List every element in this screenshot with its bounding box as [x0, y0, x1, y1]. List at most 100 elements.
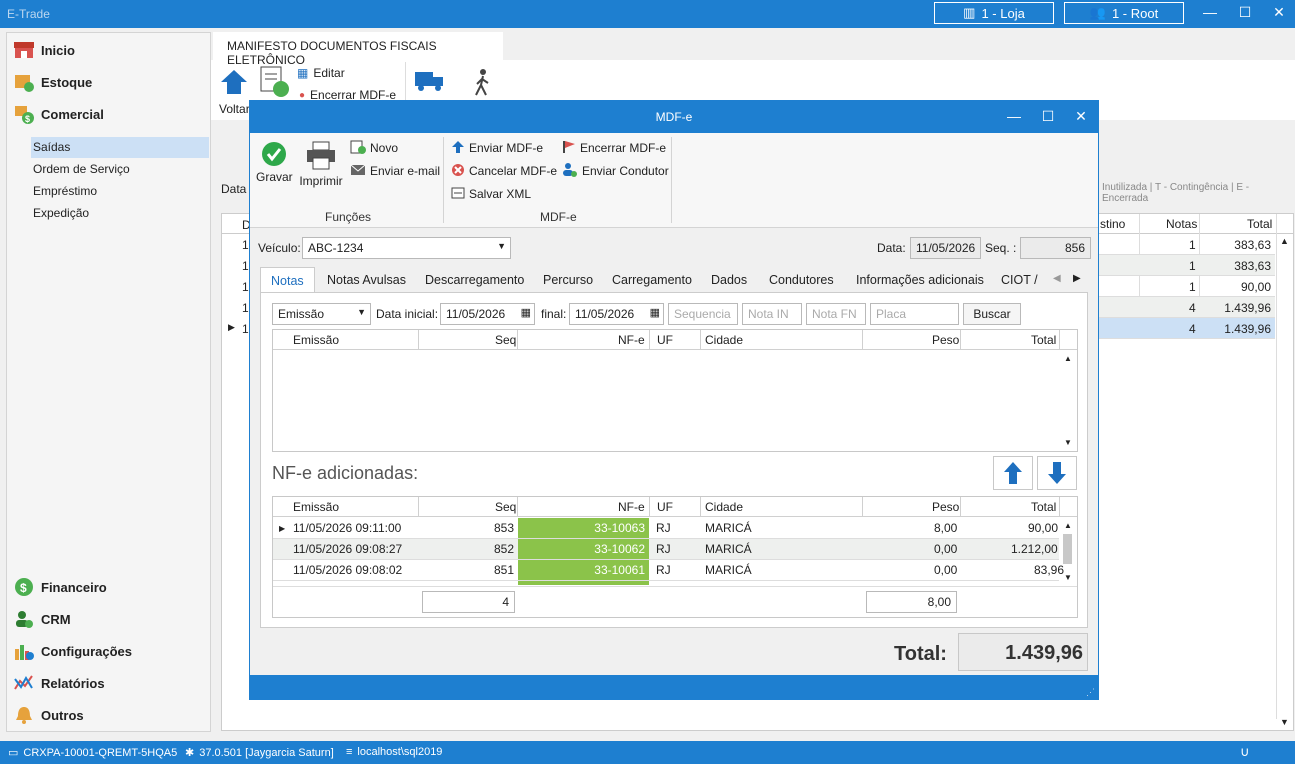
- move-down-button[interactable]: [1037, 456, 1077, 490]
- tab-carregamento[interactable]: Carregamento: [602, 267, 702, 293]
- col-peso[interactable]: Peso: [932, 330, 959, 350]
- calendar-icon[interactable]: ▦: [521, 306, 531, 319]
- tab-scroll-left-icon[interactable]: ◀: [1053, 273, 1061, 284]
- dialog-maximize-icon[interactable]: ☐: [1039, 108, 1057, 125]
- imprimir-button[interactable]: Imprimir: [298, 141, 344, 188]
- table-row[interactable]: 1 383,63: [1099, 234, 1275, 255]
- scroll-down-icon[interactable]: ▼: [1064, 438, 1072, 447]
- scroll-up-icon[interactable]: ▲: [1280, 236, 1289, 246]
- encerrar-button[interactable]: ● Encerrar MDF-e: [299, 90, 396, 100]
- sequencia-input[interactable]: Sequencia: [668, 303, 738, 325]
- sidebar-item-configuracoes[interactable]: Configurações: [13, 639, 132, 663]
- col-nfe[interactable]: NF-e: [618, 330, 645, 350]
- tab-condutores[interactable]: Condutores: [759, 267, 844, 293]
- walking-person-icon[interactable]: [472, 68, 494, 101]
- col-seq[interactable]: Seq: [495, 497, 516, 517]
- data-final-field[interactable]: 11/05/2026 ▦: [569, 303, 664, 325]
- store-button[interactable]: ▥ 1 - Loja: [934, 2, 1054, 24]
- table-row[interactable]: ▶ 11/05/2026 09:11:00 853 33-10063 RJ MA…: [273, 518, 1059, 539]
- sidebar-item-ordem-servico[interactable]: Ordem de Serviço: [31, 159, 209, 180]
- tab-ciot[interactable]: CIOT / V: [991, 267, 1053, 293]
- tab-notas[interactable]: Notas: [260, 267, 315, 293]
- calendar-icon[interactable]: ▦: [650, 306, 660, 319]
- sidebar-item-saidas[interactable]: Saídas: [31, 137, 209, 158]
- sidebar-item-inicio[interactable]: Inicio: [13, 38, 75, 62]
- table-row[interactable]: 11/05/2026 09:08:27 852 33-10062 RJ MARI…: [273, 539, 1059, 560]
- placa-input[interactable]: Placa: [870, 303, 959, 325]
- scrollbar-thumb[interactable]: [1063, 534, 1072, 564]
- col-total[interactable]: Total: [1031, 330, 1056, 350]
- tab-descarregamento[interactable]: Descarregamento: [415, 267, 534, 293]
- col-uf[interactable]: UF: [657, 330, 673, 350]
- buscar-button[interactable]: Buscar: [963, 303, 1021, 325]
- resize-grip-icon[interactable]: ⋰: [1086, 687, 1095, 698]
- maximize-icon[interactable]: ☐: [1235, 4, 1255, 21]
- dialog-minimize-icon[interactable]: —: [1005, 108, 1023, 124]
- nota-fn-input[interactable]: Nota FN: [806, 303, 866, 325]
- tab-scroll-right-icon[interactable]: ▶: [1073, 273, 1081, 284]
- tab-informacoes-adicionais[interactable]: Informações adicionais: [846, 267, 994, 293]
- veiculo-label: Veículo:: [258, 241, 301, 255]
- scroll-down-icon[interactable]: ▼: [1280, 717, 1289, 727]
- tab-percurso[interactable]: Percurso: [533, 267, 603, 293]
- status-machine: ▭ CRXPA-10001-QREMT-5HQA5: [8, 746, 177, 760]
- encerrar-mdfe-button[interactable]: Encerrar MDF-e: [562, 138, 666, 158]
- col-total[interactable]: Total: [1031, 497, 1056, 517]
- sidebar-item-estoque[interactable]: Estoque: [13, 70, 92, 94]
- col-emissao[interactable]: Emissão: [293, 497, 339, 517]
- user-button[interactable]: 👥 1 - Root: [1064, 2, 1184, 24]
- truck-icon[interactable]: [414, 70, 446, 95]
- col-uf[interactable]: UF: [657, 497, 673, 517]
- column-total[interactable]: Total: [1247, 217, 1272, 231]
- dialog-close-icon[interactable]: ✕: [1072, 108, 1090, 125]
- data-inicial-field[interactable]: 11/05/2026 ▦: [440, 303, 535, 325]
- enviar-condutor-button[interactable]: Enviar Condutor: [562, 161, 669, 181]
- novo-button[interactable]: Novo: [350, 138, 398, 158]
- enviar-email-button[interactable]: Enviar e-mail: [350, 161, 440, 181]
- cancelar-mdfe-button[interactable]: Cancelar MDF-e: [451, 161, 557, 181]
- scroll-down-icon[interactable]: ▼: [1064, 573, 1072, 582]
- close-icon[interactable]: ✕: [1269, 4, 1289, 21]
- table-row[interactable]: 4 1.439,96: [1099, 297, 1275, 318]
- magnet-icon[interactable]: ∪: [1240, 744, 1250, 760]
- table-row-selected[interactable]: 4 1.439,96: [1099, 318, 1275, 339]
- sidebar-item-label: Comercial: [41, 106, 104, 122]
- col-peso[interactable]: Peso: [932, 497, 959, 517]
- scroll-up-icon[interactable]: ▲: [1064, 521, 1072, 530]
- gravar-button[interactable]: Gravar: [256, 141, 293, 184]
- nota-in-input[interactable]: Nota IN: [742, 303, 802, 325]
- voltar-label[interactable]: Voltar: [219, 102, 250, 116]
- veiculo-select[interactable]: ABC-1234 ▼: [302, 237, 511, 259]
- col-cidade[interactable]: Cidade: [705, 330, 743, 350]
- emissao-select[interactable]: Emissão ▼: [272, 303, 371, 325]
- col-emissao[interactable]: Emissão: [293, 330, 339, 350]
- home-arrow-icon[interactable]: [219, 68, 251, 98]
- editar-button[interactable]: ▦ Editar: [297, 66, 345, 80]
- sidebar-item-expedicao[interactable]: Expedição: [31, 203, 209, 224]
- move-up-button[interactable]: [993, 456, 1033, 490]
- sidebar-item-comercial[interactable]: $ Comercial: [13, 102, 104, 126]
- enviar-mdfe-button[interactable]: Enviar MDF-e: [451, 138, 543, 158]
- document-check-icon[interactable]: [259, 66, 291, 101]
- column-destino[interactable]: stino: [1100, 217, 1125, 231]
- sidebar-item-emprestimo[interactable]: Empréstimo: [31, 181, 209, 202]
- sidebar-item-relatorios[interactable]: Relatórios: [13, 671, 105, 695]
- minimize-icon[interactable]: —: [1200, 4, 1220, 20]
- table-row[interactable]: 1 90,00: [1099, 276, 1275, 297]
- sidebar-item-financeiro[interactable]: $ Financeiro: [13, 575, 107, 599]
- tab-manifesto[interactable]: MANIFESTO DOCUMENTOS FISCAIS ELETRÔNICO: [213, 32, 503, 67]
- salvar-xml-button[interactable]: Salvar XML: [451, 184, 531, 204]
- col-nfe[interactable]: NF-e: [618, 497, 645, 517]
- sidebar-item-outros[interactable]: Outros: [13, 703, 84, 727]
- scroll-up-icon[interactable]: ▲: [1064, 354, 1072, 363]
- tab-notas-avulsas[interactable]: Notas Avulsas: [317, 267, 416, 293]
- tab-dados[interactable]: Dados: [701, 267, 757, 293]
- col-cidade[interactable]: Cidade: [705, 497, 743, 517]
- table-row[interactable]: 11/05/2026 09:08:02 851 33-10061 RJ MARI…: [273, 560, 1064, 581]
- grid-header: Emissão Seq NF-e UF Cidade Peso Total: [273, 497, 1077, 517]
- row-indicator-icon: ▶: [228, 322, 235, 332]
- table-row[interactable]: 1 383,63: [1099, 255, 1275, 276]
- column-notas[interactable]: Notas: [1166, 217, 1197, 231]
- col-seq[interactable]: Seq: [495, 330, 516, 350]
- sidebar-item-crm[interactable]: CRM: [13, 607, 71, 631]
